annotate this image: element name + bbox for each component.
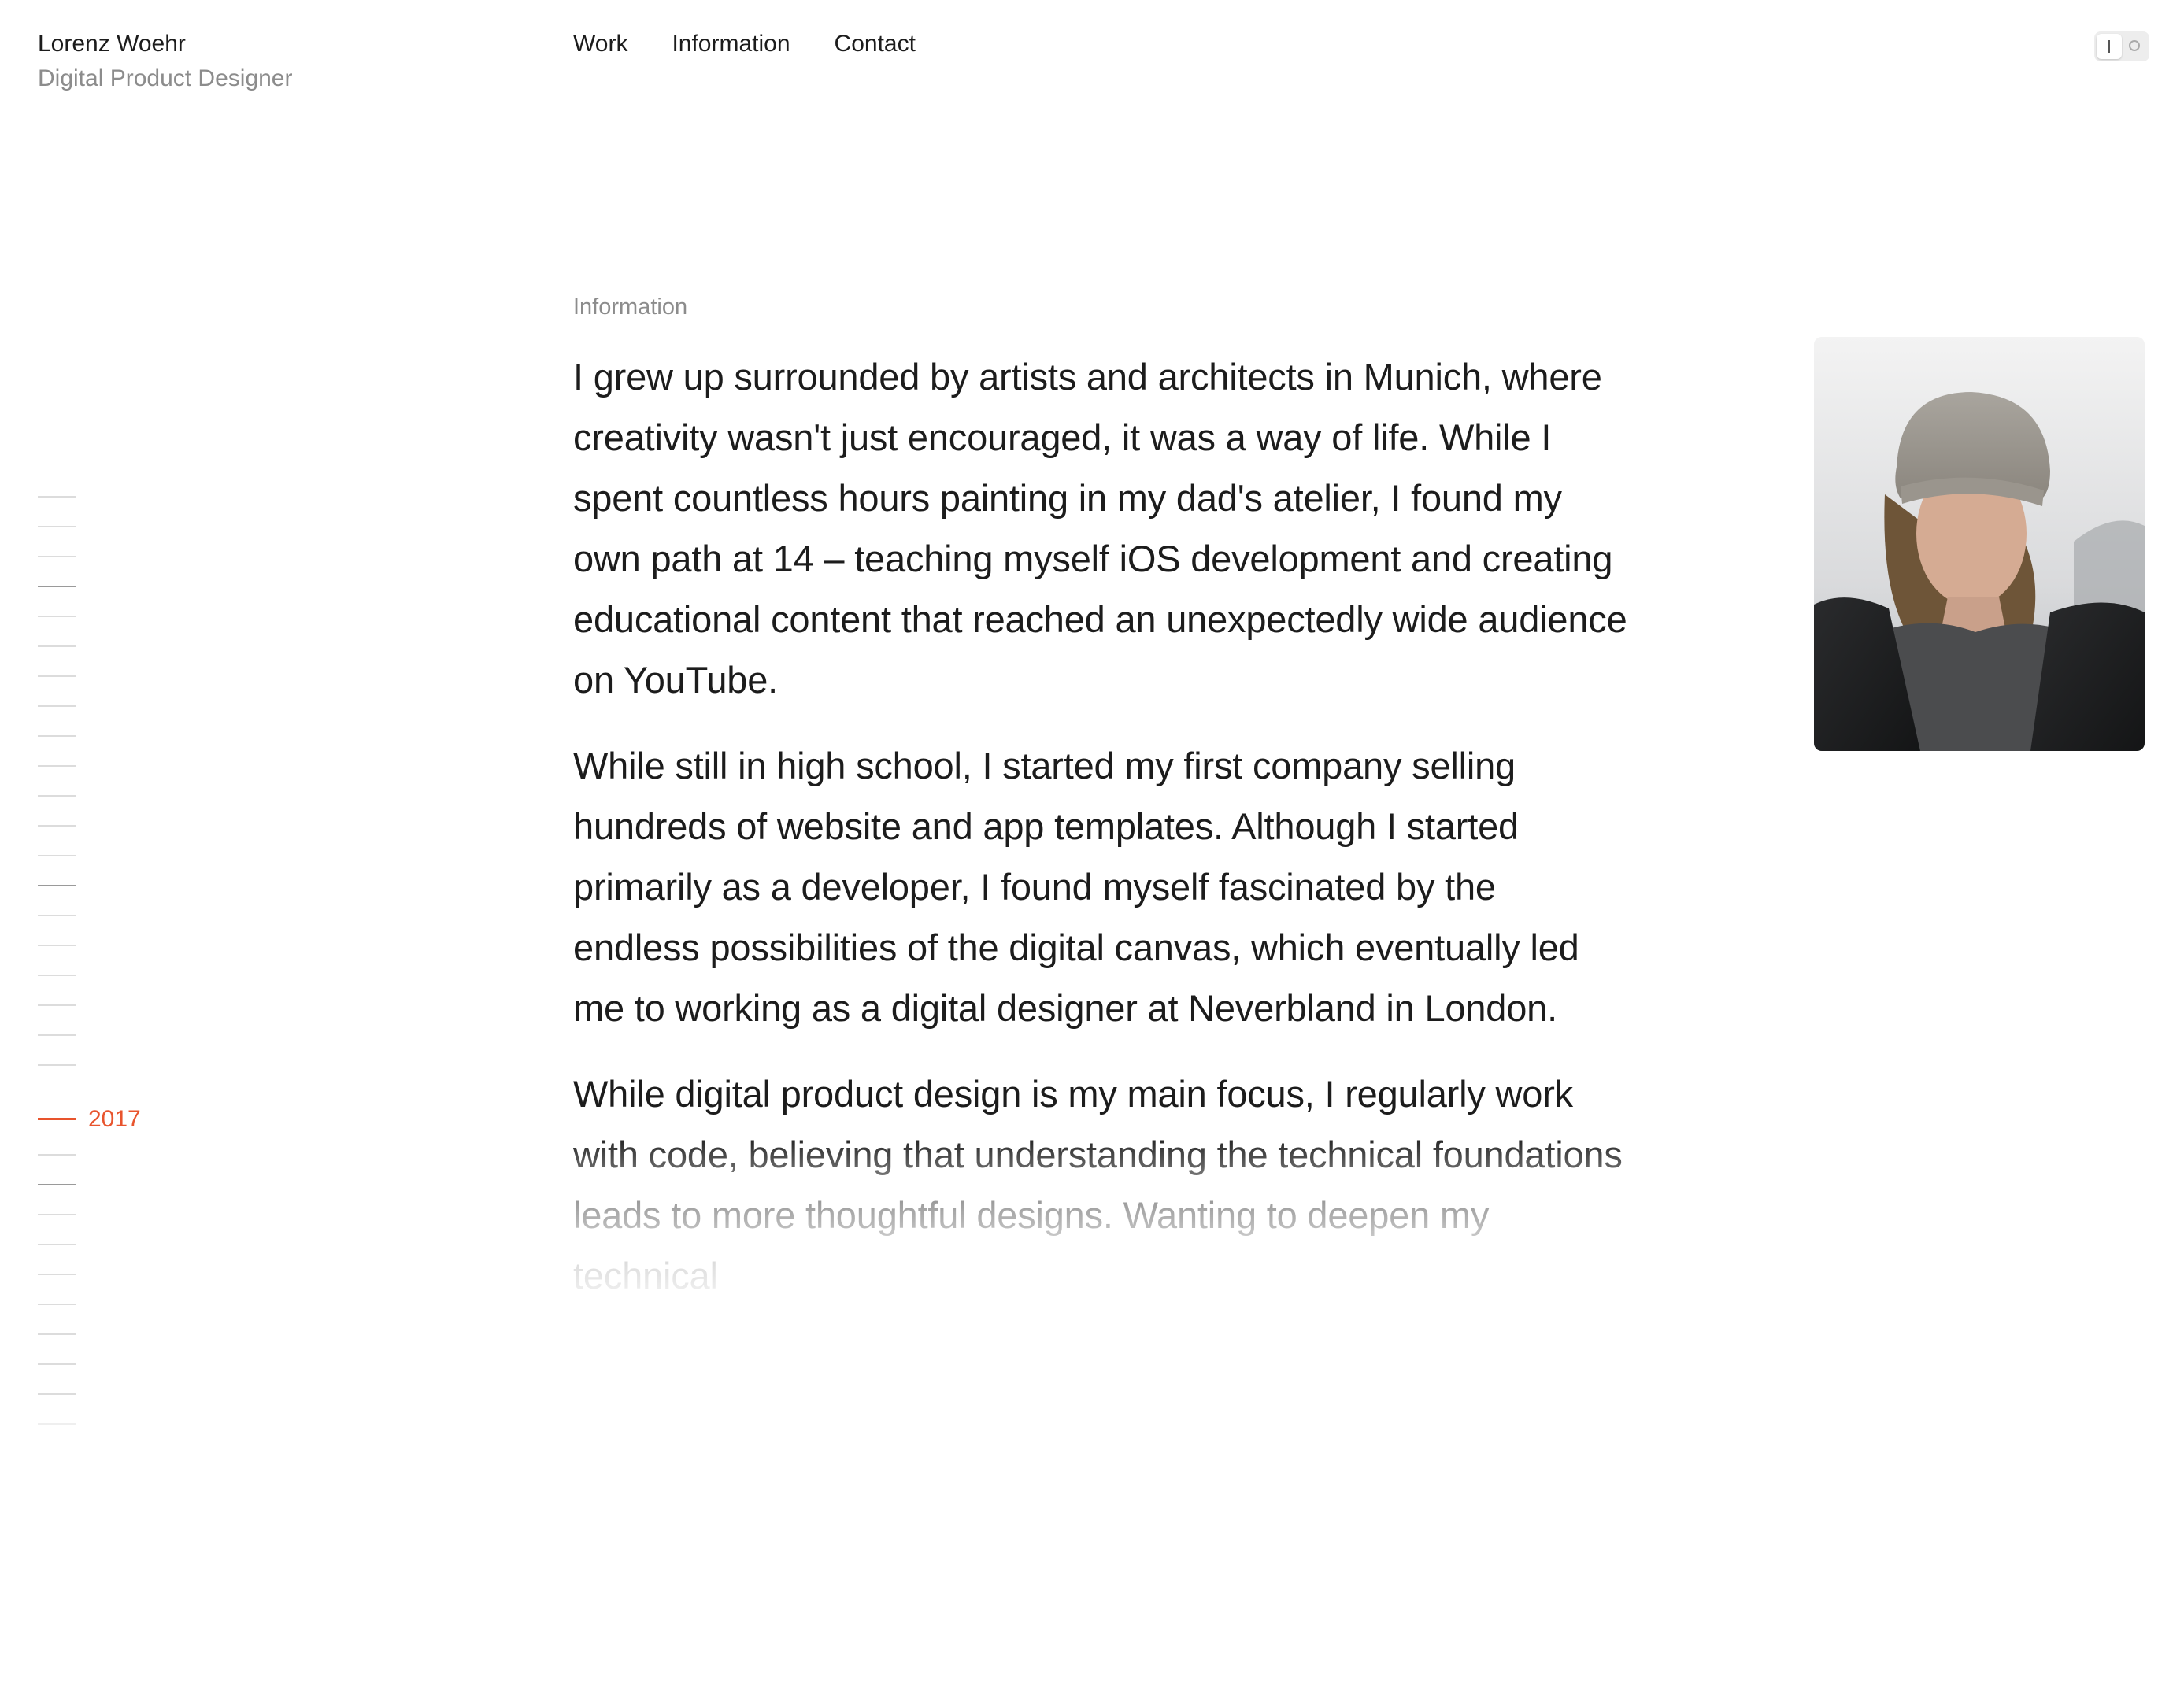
about-paragraph: While still in high school, I started my…: [573, 745, 1579, 1029]
timeline-tick[interactable]: [38, 556, 76, 557]
timeline-tick[interactable]: [38, 1423, 76, 1425]
section-label: Information: [573, 294, 688, 320]
timeline-tick[interactable]: [38, 1184, 76, 1185]
timeline-tick[interactable]: [38, 1214, 76, 1215]
timeline-tick[interactable]: [38, 586, 76, 587]
timeline-tick[interactable]: [38, 915, 76, 916]
timeline-year-label[interactable]: 2017: [88, 1104, 141, 1135]
bar-icon: [2108, 40, 2110, 53]
timeline-tick[interactable]: [38, 526, 76, 527]
about-text: I grew up surrounded by artists and arch…: [573, 346, 1632, 1331]
timeline-tick[interactable]: [38, 825, 76, 827]
timeline-tick[interactable]: [38, 735, 76, 737]
about-paragraph: I grew up surrounded by artists and arch…: [573, 356, 1627, 701]
brand-role: Digital Product Designer: [38, 65, 293, 91]
theme-toggle[interactable]: [2094, 31, 2149, 61]
timeline-tick[interactable]: [38, 645, 76, 647]
timeline-tick[interactable]: [38, 1064, 76, 1066]
portrait-illustration: [1814, 337, 2145, 751]
timeline-tick[interactable]: [38, 675, 76, 677]
nav-link-information[interactable]: Information: [672, 27, 790, 61]
timeline-tick[interactable]: [38, 1393, 76, 1395]
timeline-tick[interactable]: [38, 1154, 76, 1156]
about-paragraph: While digital product design is my main …: [573, 1073, 1623, 1296]
timeline-tick[interactable]: [38, 616, 76, 617]
timeline-tick[interactable]: [38, 1004, 76, 1006]
timeline-tick[interactable]: [38, 855, 76, 856]
timeline-tick[interactable]: [38, 885, 76, 886]
timeline-tick[interactable]: [38, 1274, 76, 1275]
timeline-tick[interactable]: [38, 765, 76, 767]
brand[interactable]: Lorenz Woehr Digital Product Designer: [38, 27, 292, 96]
timeline-tick[interactable]: [38, 1333, 76, 1335]
timeline-tick-active[interactable]: [38, 1118, 76, 1120]
timeline-tick[interactable]: [38, 1244, 76, 1245]
main-nav: Work Information Contact: [573, 27, 916, 61]
timeline-tick[interactable]: [38, 1363, 76, 1365]
portrait-photo: [1814, 337, 2145, 751]
nav-link-contact[interactable]: Contact: [835, 27, 916, 61]
timeline-tick[interactable]: [38, 795, 76, 797]
timeline-tick[interactable]: [38, 496, 76, 498]
timeline-tick[interactable]: [38, 1034, 76, 1036]
brand-name[interactable]: Lorenz Woehr: [38, 27, 292, 61]
timeline-tick[interactable]: [38, 975, 76, 976]
circle-icon: [2129, 40, 2140, 51]
nav-link-work[interactable]: Work: [573, 27, 627, 61]
timeline-tick[interactable]: [38, 945, 76, 946]
timeline-tick[interactable]: [38, 705, 76, 707]
timeline-tick[interactable]: [38, 1304, 76, 1305]
